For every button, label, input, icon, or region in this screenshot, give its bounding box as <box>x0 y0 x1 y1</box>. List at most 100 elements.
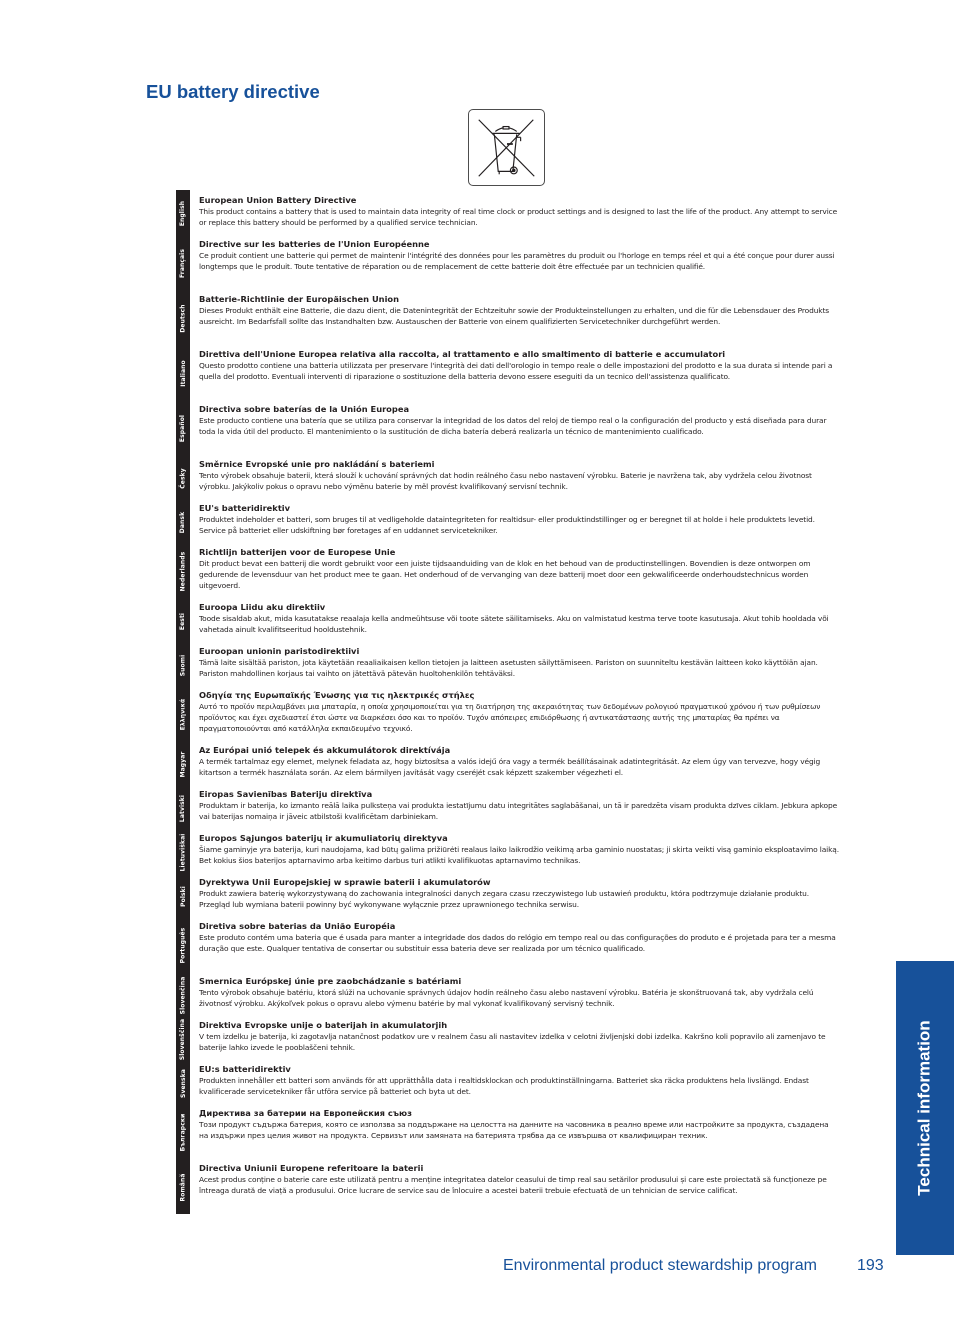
directive-section: Direktiva Evropske unije o baterijah in … <box>199 1020 839 1053</box>
section-body: Αυτό το προϊόν περιλαμβάνει μια μπαταρία… <box>199 702 821 733</box>
language-tab-label: Lietuviškai <box>179 833 187 871</box>
section-heading: Directive sur les batteries de l'Union E… <box>199 239 430 249</box>
section-heading: EU's batteridirektiv <box>199 503 291 513</box>
language-tab: Česky <box>176 456 190 500</box>
language-tab: Italiano <box>176 346 190 401</box>
directive-section: Dyrektywa Unii Europejskiej w sprawie ba… <box>199 877 839 910</box>
language-tab: Suomi <box>176 643 190 687</box>
section-body: Tento výrobok obsahuje batériu, ktorá sl… <box>199 988 814 1008</box>
language-tab: Español <box>176 401 190 456</box>
section-heading: EU:s batteridirektiv <box>199 1064 291 1074</box>
section-body: Este producto contiene una batería que s… <box>199 416 827 436</box>
language-tab: Polski <box>176 874 190 918</box>
section-heading: Richtlijn batterijen voor de Europese Un… <box>199 547 396 557</box>
language-tab: Eesti <box>176 599 190 643</box>
language-tab: Slovenščina <box>176 1017 190 1061</box>
directive-section: Euroopan unionin paristodirektiivi Tämä l… <box>199 646 839 679</box>
language-tab: Latviski <box>176 786 190 830</box>
language-tab-label: Español <box>179 414 187 443</box>
language-tab-label: Français <box>179 248 187 279</box>
language-tab-label: Português <box>179 927 187 964</box>
footer-section-title: Environmental product stewardship progra… <box>503 1257 817 1274</box>
language-tab: Română <box>176 1160 190 1214</box>
section-body: Acest produs conține o baterie care este… <box>199 1175 827 1195</box>
language-tab-label: Suomi <box>179 654 187 676</box>
directive-section: Batterie-Richtlinie der Europäischen Uni… <box>199 294 839 327</box>
language-tab-label: Română <box>179 1173 187 1201</box>
language-tab-label: Eesti <box>179 612 187 630</box>
section-heading: Diretiva sobre baterias da União Européi… <box>199 921 396 931</box>
directive-section: Europos Sąjungos baterijų ir akumuliator… <box>199 833 839 866</box>
section-heading: Directiva sobre baterías de la Unión Eur… <box>199 404 410 414</box>
section-body: Dieses Produkt enthält eine Batterie, di… <box>199 306 830 326</box>
section-body: Produktet indeholder et batteri, som bru… <box>199 515 815 535</box>
directive-section: Richtlijn batterijen voor de Europese Un… <box>199 547 839 591</box>
language-tab-label: Polski <box>179 885 187 907</box>
directive-section: EU:s batteridirektiv Produkten innehåller… <box>199 1064 839 1097</box>
section-body: Tämä laite sisältää pariston, jota käyte… <box>199 658 818 678</box>
section-body: This product contains a battery that is … <box>199 207 838 227</box>
language-tab-label: Česky <box>179 467 187 489</box>
language-tab: Português <box>176 918 190 973</box>
section-body: Ce produit contient une batterie qui per… <box>199 251 835 271</box>
directive-section: Direttiva dell'Unione Europea relativa a… <box>199 349 839 382</box>
directive-section: Directiva sobre baterías de la Unión Eur… <box>199 404 839 437</box>
chapter-side-tab-label: Technical information <box>915 1020 934 1196</box>
directive-section: Директива за батерии на Европейския съюз… <box>199 1108 839 1141</box>
section-heading: Az Európai unió telepek és akkumulátorok… <box>199 745 451 755</box>
section-heading: Direktiva Evropske unije o baterijah in … <box>199 1020 448 1030</box>
section-body: Produkten innehåller ett batteri som anv… <box>199 1076 809 1096</box>
weee-symbol <box>468 109 545 186</box>
section-heading: European Union Battery Directive <box>199 195 357 205</box>
language-tab: Lietuviškai <box>176 830 190 874</box>
language-tab: Deutsch <box>176 291 190 346</box>
language-tab: Български <box>176 1105 190 1160</box>
language-tab-label: English <box>179 200 187 226</box>
section-body: Dit product bevat een batterij die wordt… <box>199 559 811 590</box>
section-body: Šiame gaminyje yra baterija, kuri naudoj… <box>199 845 839 865</box>
language-tab: Svenska <box>176 1061 190 1105</box>
language-tab-label: Български <box>179 1113 187 1152</box>
language-tab-label: Latviski <box>179 794 187 822</box>
section-body: A termék tartalmaz egy elemet, melynek f… <box>199 757 821 777</box>
section-body: Produkt zawiera baterię wykorzystywaną d… <box>199 889 809 909</box>
section-body: Tento výrobek obsahuje baterii, která sl… <box>199 471 812 491</box>
language-tab-bar: English Français Deutsch Italiano Españo… <box>176 190 190 1214</box>
section-heading: Eiropas Savienības Bateriju direktīva <box>199 789 373 799</box>
language-tab-label: Nederlands <box>179 551 187 592</box>
section-heading: Οδηγία της Ευρωπαϊκής Ένωσης για τις ηλε… <box>199 690 475 700</box>
section-body: Този продукт съдържа батерия, която се и… <box>199 1120 829 1140</box>
directive-section: Az Európai unió telepek és akkumulátorok… <box>199 745 839 778</box>
language-tab: Slovenčina <box>176 973 190 1017</box>
language-tab-label: Dansk <box>179 511 187 533</box>
section-heading: Dyrektywa Unii Europejskiej w sprawie ba… <box>199 877 491 887</box>
directive-section: European Union Battery Directive This pro… <box>199 195 839 228</box>
language-tab-label: Slovenčina <box>179 976 187 1014</box>
language-tab: Magyar <box>176 742 190 786</box>
section-body: V tem izdelku je baterija, ki zagotavlja… <box>199 1032 826 1052</box>
section-heading: Směrnice Evropské unie pro nakládání s b… <box>199 459 435 469</box>
section-heading: Europos Sąjungos baterijų ir akumuliator… <box>199 833 448 843</box>
section-body: Toode sisaldab akut, mida kasutatakse re… <box>199 614 829 634</box>
language-tab-label: Deutsch <box>179 304 187 333</box>
directive-section: Directive sur les batteries de l'Union E… <box>199 239 839 272</box>
section-heading: Euroopa Liidu aku direktiiv <box>199 602 326 612</box>
page-title: EU battery directive <box>146 81 320 102</box>
section-heading: Batterie-Richtlinie der Europäischen Uni… <box>199 294 400 304</box>
section-heading: Direttiva dell'Unione Europea relativa a… <box>199 349 726 359</box>
directive-section: EU's batteridirektiv Produktet indeholder… <box>199 503 839 536</box>
page-number: 193 <box>857 1257 884 1274</box>
crossed-out-wheelie-bin-icon <box>478 119 535 177</box>
language-tab: Ελληνικά <box>176 687 190 742</box>
language-tab: Nederlands <box>176 544 190 599</box>
language-tab-label: Slovenščina <box>179 1018 187 1060</box>
section-heading: Euroopan unionin paristodirektiivi <box>199 646 360 656</box>
language-tab-label: Ελληνικά <box>179 698 187 731</box>
directive-section: Směrnice Evropské unie pro nakládání s b… <box>199 459 839 492</box>
directive-section: Smernica Európskej únie pre zaobchádzani… <box>199 976 839 1009</box>
language-tab-label: Svenska <box>179 1068 187 1098</box>
section-heading: Smernica Európskej únie pre zaobchádzani… <box>199 976 462 986</box>
section-body: Este produto contém uma bateria que é us… <box>199 933 836 953</box>
directive-section: Diretiva sobre baterias da União Européi… <box>199 921 839 954</box>
language-tab-label: Magyar <box>179 751 187 777</box>
